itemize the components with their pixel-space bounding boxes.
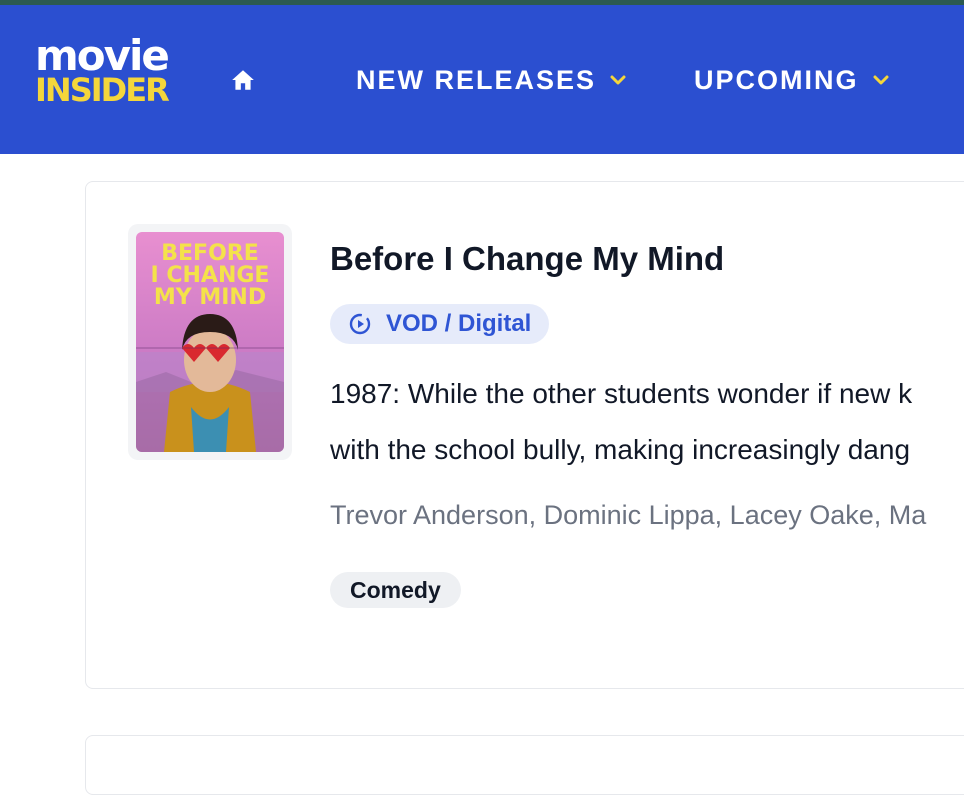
- movie-card: BEFORE I CHANGE MY MIND Before I Change …: [85, 181, 964, 689]
- play-circle-icon: [349, 313, 371, 335]
- description-line: 1987: While the other students wonder if…: [330, 378, 913, 409]
- logo-wordmark-bottom: INSIDER: [35, 71, 170, 109]
- next-movie-card: [85, 735, 964, 795]
- poster-frame[interactable]: BEFORE I CHANGE MY MIND: [128, 224, 292, 460]
- movie-description: 1987: While the other students wonder if…: [330, 366, 964, 478]
- svg-text:MY MIND: MY MIND: [154, 285, 266, 310]
- release-type-label: VOD / Digital: [386, 310, 532, 337]
- nav-new-releases-label: NEW RELEASES: [356, 64, 597, 95]
- site-logo[interactable]: movie INSIDER: [35, 35, 175, 110]
- home-icon[interactable]: [230, 67, 256, 93]
- movie-poster: BEFORE I CHANGE MY MIND: [136, 232, 284, 452]
- chevron-down-icon: [873, 75, 888, 85]
- movie-cast: Trevor Anderson, Dominic Lippa, Lacey Oa…: [330, 500, 927, 530]
- nav-upcoming[interactable]: UPCOMING: [694, 65, 889, 95]
- description-line: with the school bully, making increasing…: [330, 434, 911, 465]
- release-type-badge: VOD / Digital: [330, 304, 550, 344]
- nav-new-releases[interactable]: NEW RELEASES: [356, 65, 626, 95]
- movie-title[interactable]: Before I Change My Mind: [330, 240, 724, 278]
- site-header: movie INSIDER NEW RELEASES UPCOMING: [0, 5, 964, 154]
- genre-tag[interactable]: Comedy: [330, 572, 461, 608]
- chevron-down-icon: [610, 75, 626, 85]
- nav-upcoming-label: UPCOMING: [694, 64, 859, 95]
